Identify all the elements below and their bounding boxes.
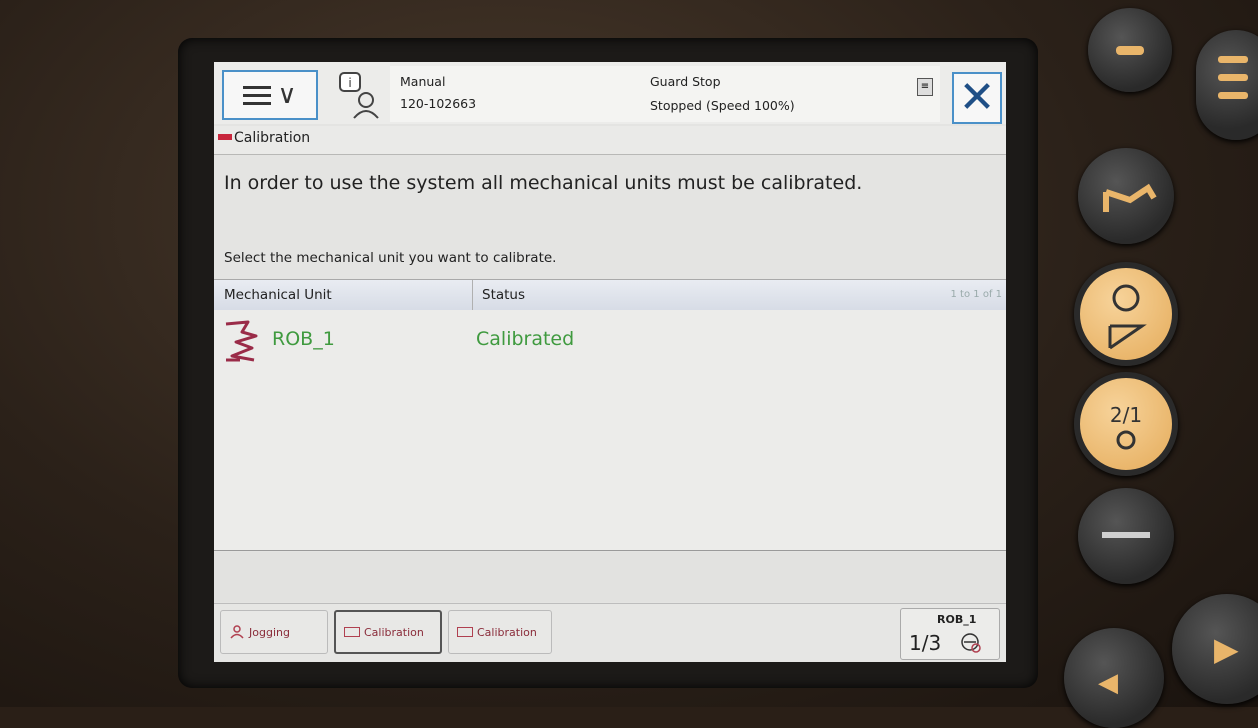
quickset-robot-button[interactable]: ROB_1 1/3 <box>900 608 1000 660</box>
mechanical-unit-name: ROB_1 <box>272 328 335 350</box>
stripe-icon-2 <box>1218 74 1248 81</box>
stripe-icon <box>1218 56 1248 63</box>
chevron-down-icon: ∨ <box>277 80 297 110</box>
column-divider <box>472 280 473 310</box>
task-calibration-1[interactable]: Calibration <box>334 610 442 654</box>
calibration-icon <box>344 627 360 637</box>
run-state: Stopped (Speed 100%) <box>650 98 795 113</box>
window-title: Calibration <box>234 130 311 146</box>
speed-fraction: 1/3 <box>909 631 942 655</box>
column-header-status[interactable]: Status <box>482 287 525 303</box>
coordinate-system-icon <box>961 633 981 653</box>
minus-icon <box>1116 46 1144 55</box>
step-back-icon: ◀ <box>1098 668 1118 698</box>
command-bar <box>214 552 1006 602</box>
axis-motion-icon <box>1108 284 1147 350</box>
operating-mode: Manual <box>400 74 446 89</box>
hw-button-minus[interactable] <box>1088 8 1172 92</box>
mechanical-unit-list: ROB_1 Calibrated <box>214 310 1006 551</box>
close-icon: ✕ <box>958 72 996 123</box>
task-label: Calibration <box>364 625 424 639</box>
calibration-icon <box>457 627 473 637</box>
task-jogging[interactable]: Jogging <box>220 610 328 654</box>
teach-pendant-screen: ∨ i Manual 120-102663 Guard Stop Stopped… <box>214 62 1006 662</box>
table-header: Mechanical Unit Status 1 to 1 of 1 <box>214 279 1006 311</box>
axis-toggle-icon: 2/1 <box>1110 403 1142 450</box>
calibration-status: Calibrated <box>476 328 575 350</box>
window-title-bar: Calibration <box>214 126 1006 155</box>
stop-state: Guard Stop <box>650 74 721 89</box>
task-label: Calibration <box>477 625 537 639</box>
play-icon: ▶ <box>1214 630 1239 668</box>
task-calibration-2[interactable]: Calibration <box>448 610 552 654</box>
hw-button-mechanical-unit[interactable] <box>1078 148 1174 244</box>
system-id: 120-102663 <box>400 96 477 111</box>
minimize-icon[interactable] <box>218 134 232 140</box>
calibration-instruction: Select the mechanical unit you want to c… <box>224 250 557 266</box>
task-label: Jogging <box>249 625 290 639</box>
hw-button-motion-mode[interactable] <box>1074 262 1178 366</box>
status-bar[interactable]: Manual 120-102663 Guard Stop Stopped (Sp… <box>390 66 940 122</box>
event-log-icon[interactable]: i <box>336 70 382 120</box>
hw-button-step-back[interactable]: ◀ <box>1064 628 1164 728</box>
active-unit-name: ROB_1 <box>937 613 977 626</box>
taskbar: Jogging Calibration Calibration ROB_1 1/… <box>214 603 1006 662</box>
hw-button-menu[interactable] <box>1196 30 1258 140</box>
main-menu-button[interactable]: ∨ <box>222 70 318 120</box>
status-header: ∨ i Manual 120-102663 Guard Stop Stopped… <box>214 62 1006 124</box>
row-count: 1 to 1 of 1 <box>950 289 1002 300</box>
table-row[interactable]: ROB_1 Calibrated <box>214 318 1006 364</box>
hamburger-icon <box>243 85 272 105</box>
calibration-message: In order to use the system all mechanica… <box>224 172 863 194</box>
column-header-mechanical-unit[interactable]: Mechanical Unit <box>224 287 332 303</box>
quickset-icon[interactable]: ≡ <box>917 78 933 96</box>
robot-arm-icon <box>225 320 258 362</box>
stripe-icon-3 <box>1218 92 1248 99</box>
robot-arm-icon <box>1103 183 1157 212</box>
dash-icon <box>1102 532 1150 538</box>
hw-button-axis-toggle[interactable]: 2/1 <box>1074 372 1178 476</box>
svg-text:2/1: 2/1 <box>1110 403 1142 427</box>
hw-button-increment[interactable] <box>1078 488 1174 584</box>
svg-text:i: i <box>348 76 351 90</box>
close-button[interactable]: ✕ <box>952 72 1002 124</box>
jogging-icon <box>230 625 244 639</box>
